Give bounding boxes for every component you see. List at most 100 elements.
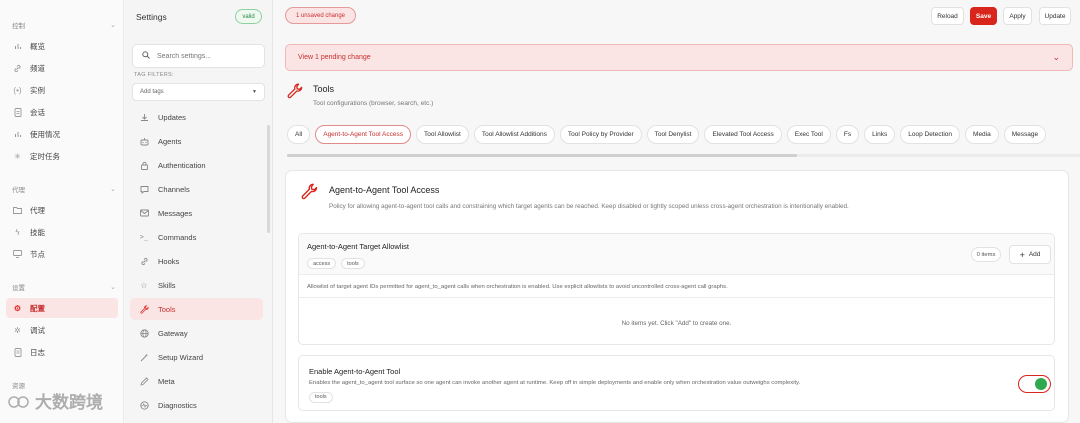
nav-section-agent[interactable]: 代理 ⌄ [12,184,116,194]
settings-item-label: Setup Wizard [158,352,204,362]
tab-tool-denylist[interactable]: Tool Denylist [646,125,700,144]
bar-chart-icon [13,130,22,139]
nav-item-nodes[interactable]: 节点 [6,244,118,264]
card-description: Policy for allowing agent-to-agent tool … [329,203,849,210]
bug-icon: ✲ [14,325,21,335]
settings-item-label: Tools [158,304,176,314]
wrench-icon [139,304,149,314]
apply-button[interactable]: Apply [1003,7,1032,25]
tab-message[interactable]: Message [1003,125,1047,144]
nav-item-cron[interactable]: ✳ 定时任务 [6,146,118,166]
pending-changes-banner[interactable]: View 1 pending change ⌄ [285,44,1073,71]
save-button[interactable]: Save [970,7,997,25]
svg-text:大数跨境: 大数跨境 [35,392,103,412]
settings-item-authentication[interactable]: Authentication [130,154,263,176]
settings-item-updates[interactable]: Updates [130,106,263,128]
tag-chip: tools [309,391,333,403]
pulse-icon [139,400,149,410]
tab-all[interactable]: All [287,125,311,144]
nav-section-settings[interactable]: 设置 ⌄ [12,282,116,292]
download-icon [139,112,149,122]
item-count-badge: 0 items [971,247,1001,262]
settings-item-meta[interactable]: Meta [130,370,263,392]
link-icon [139,256,149,266]
settings-item-label: Messages [158,208,193,218]
settings-item-agents[interactable]: Agents [130,130,263,152]
nav-section-label: 控制 [12,23,25,30]
star-icon: ☆ [140,280,148,290]
tab-exec-tool[interactable]: Exec Tool [786,125,831,144]
tab-loop-detection[interactable]: Loop Detection [900,125,961,144]
settings-item-tools[interactable]: Tools [130,298,263,320]
loader-icon: ✳ [14,151,21,161]
wrench-icon [287,83,303,99]
settings-item-commands[interactable]: >_ Commands [130,226,263,248]
nav-item-label: 节点 [30,249,45,259]
section-description: Tool configurations (browser, search, et… [313,100,434,107]
chevron-down-icon: ⌄ [110,22,116,29]
tab-links[interactable]: Links [864,125,896,144]
settings-item-label: Gateway [158,328,188,338]
watermark-wordmark: 大数跨境 [35,392,103,412]
add-item-button[interactable]: + Add [1009,245,1051,264]
nav-item-usage[interactable]: 使用情况 [6,124,118,144]
scroll-icon [13,347,22,357]
tabs-scrollbar-thumb[interactable] [287,154,797,157]
settings-panel: Settings valid TAG FILTERS: Add tags ▼ U… [124,0,273,423]
nav-item-logs[interactable]: 日志 [6,342,118,362]
pencil-icon [139,376,149,386]
terminal-icon: >_ [139,233,149,241]
toggle-description: Enables the agent_to_agent tool surface … [309,380,801,386]
settings-title: Settings [136,12,167,22]
nav-section-resources[interactable]: 资源 [12,380,116,390]
tab-fs[interactable]: Fs [835,125,860,144]
category-tabs: All Agent-to-Agent Tool Access Tool Allo… [287,125,1080,145]
settings-item-channels[interactable]: Channels [130,178,263,200]
tab-elevated-tool-access[interactable]: Elevated Tool Access [704,125,782,144]
search-input[interactable] [157,52,257,60]
enable-toggle-switch[interactable] [1018,375,1051,393]
reload-button[interactable]: Reload [931,7,964,25]
nav-item-agents[interactable]: 代理 [6,200,118,220]
tab-tool-allowlist[interactable]: Tool Allowlist [415,125,469,144]
pending-changes-label: View 1 pending change [298,54,371,61]
tab-agent-to-agent-tool-access[interactable]: Agent-to-Agent Tool Access [315,125,411,144]
divider [299,297,1054,298]
nav-item-instances[interactable]: (•) 实例 [6,80,118,100]
tabs-scrollbar[interactable] [287,154,1080,157]
tab-media[interactable]: Media [965,125,999,144]
tag-filter-select[interactable]: Add tags ▼ [132,83,265,101]
settings-item-gateway[interactable]: Gateway [130,322,263,344]
unsaved-change-badge: 1 unsaved change [285,7,356,24]
settings-item-skills[interactable]: ☆ Skills [130,274,263,296]
nav-item-label: 定时任务 [30,151,60,161]
settings-search[interactable] [132,44,265,68]
add-button-label: Add [1028,251,1041,258]
settings-item-label: Skills [158,280,176,290]
nav-item-channels[interactable]: 频道 [6,58,118,78]
nav-item-overview[interactable]: 概览 [6,36,118,56]
tab-tool-policy-by-provider[interactable]: Tool Policy by Provider [559,125,642,144]
nav-item-sessions[interactable]: 会话 [6,102,118,122]
main-content: 1 unsaved change Reload Save Apply Updat… [273,0,1080,423]
tab-tool-allowlist-additions[interactable]: Tool Allowlist Additions [473,125,555,144]
nav-section-control[interactable]: 控制 ⌄ [12,20,116,30]
settings-item-messages[interactable]: Messages [130,202,263,224]
nav-item-debug[interactable]: ✲ 调试 [6,320,118,340]
settings-item-label: Commands [158,232,197,242]
link-icon [13,64,22,73]
nav-item-config[interactable]: ⚙ 配置 [6,298,118,318]
update-button[interactable]: Update [1039,7,1071,25]
settings-scrollbar[interactable] [267,125,270,233]
card-title: Agent-to-Agent Tool Access [329,185,440,195]
settings-item-setup-wizard[interactable]: Setup Wizard [130,346,263,368]
settings-item-hooks[interactable]: Hooks [130,250,263,272]
section-title: Tools [313,84,335,94]
message-icon [139,184,149,194]
toggle-title: Enable Agent-to-Agent Tool [309,367,401,376]
nav-item-skills[interactable]: ϟ 技能 [6,222,118,242]
nav-item-label: 配置 [30,303,45,313]
wrench-icon [301,183,318,200]
settings-item-label: Updates [158,112,186,122]
settings-item-diagnostics[interactable]: Diagnostics [130,394,263,416]
